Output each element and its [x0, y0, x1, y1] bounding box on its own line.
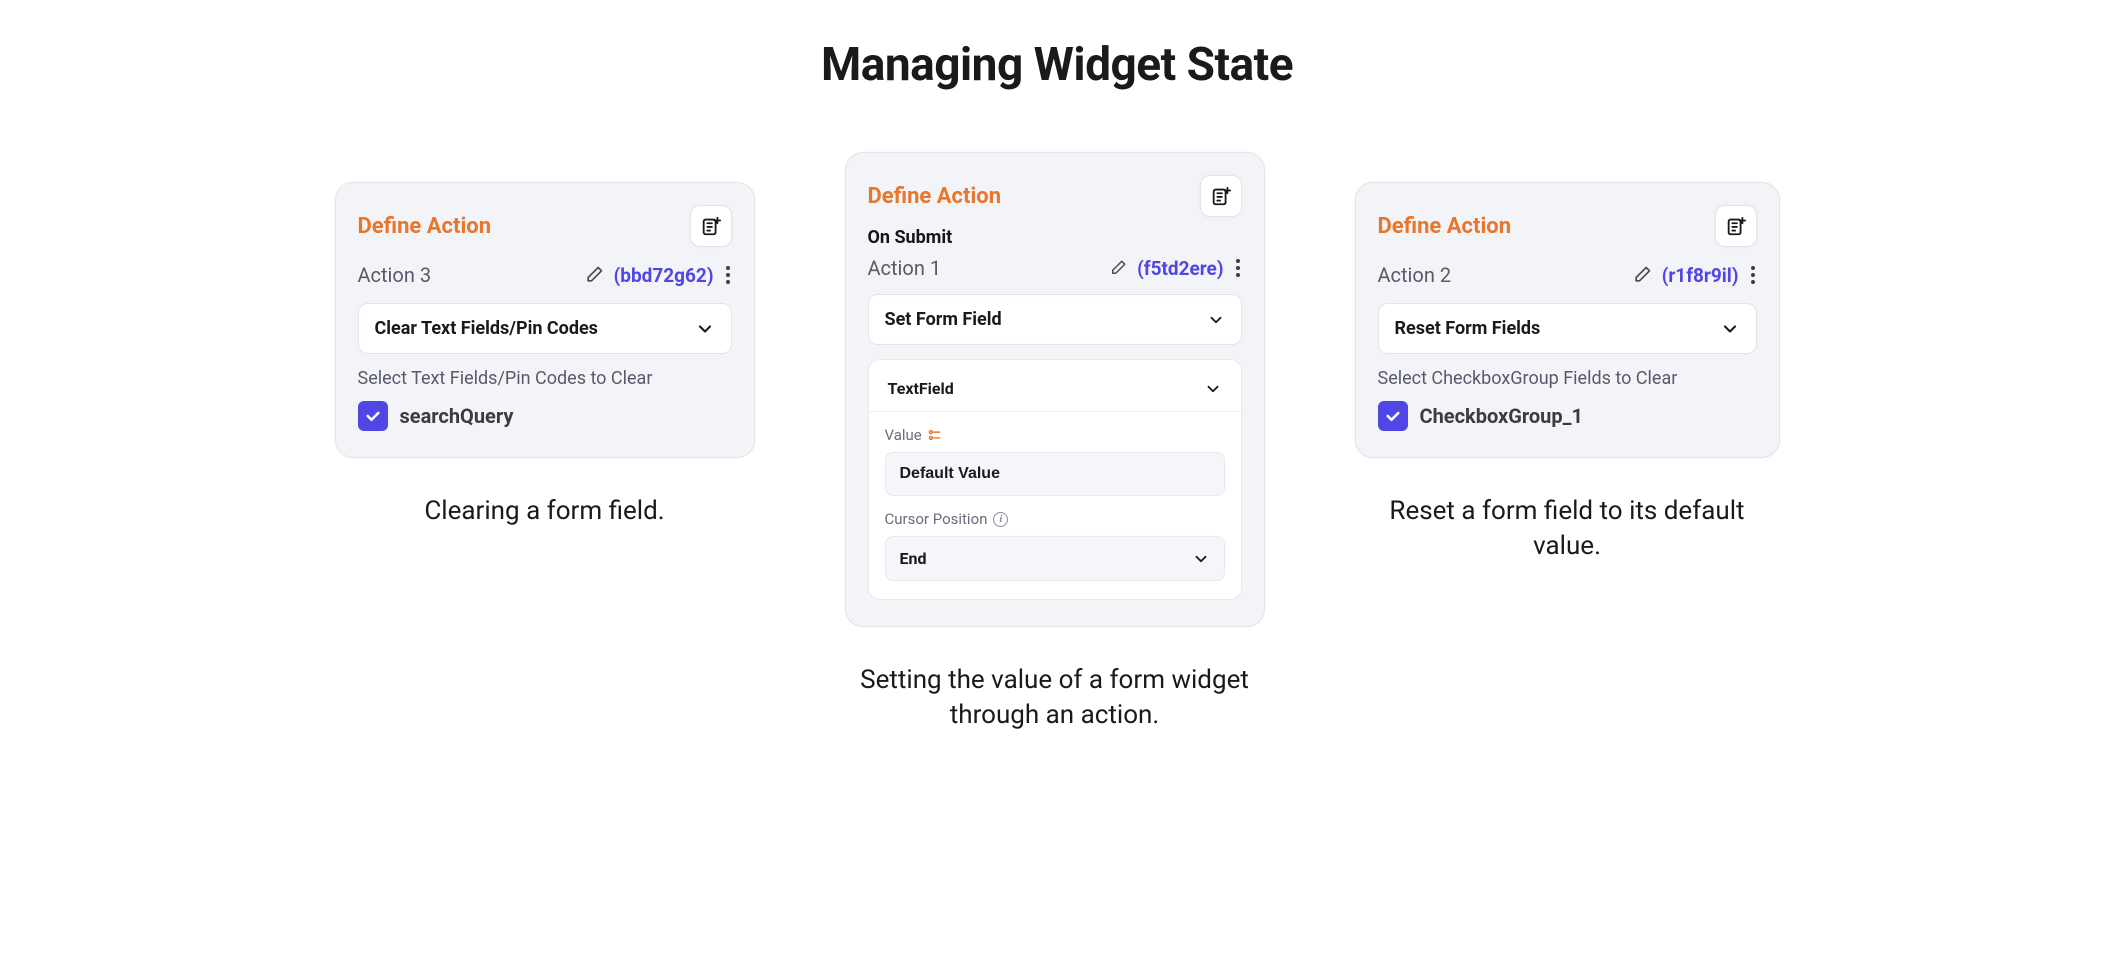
action-right: (bbd72g62) — [584, 264, 732, 287]
value-input[interactable] — [885, 452, 1225, 496]
action-label: Action 2 — [1378, 263, 1452, 287]
action-id[interactable]: (f5td2ere) — [1137, 257, 1223, 280]
panel-set-field: Define Action On Submit Action 1 — [845, 152, 1265, 627]
add-action-button[interactable] — [690, 205, 732, 247]
action-right: (r1f8r9il) — [1632, 264, 1757, 287]
checkbox-label: searchQuery — [400, 404, 514, 428]
kebab-icon[interactable] — [1234, 257, 1242, 279]
panel-clear-fields: Define Action Action 3 — [335, 182, 755, 458]
cards-row: Define Action Action 3 — [0, 182, 2114, 733]
add-action-icon — [700, 215, 722, 237]
caption-left: Clearing a form field. — [424, 494, 664, 529]
edit-icon[interactable] — [1632, 265, 1652, 285]
page-title: Managing Widget State — [0, 0, 2114, 92]
card-middle: Define Action On Submit Action 1 — [845, 152, 1265, 733]
select-value: Reset Form Fields — [1395, 318, 1541, 339]
cursor-label: Cursor Position i — [885, 510, 1225, 528]
action-type-select[interactable]: Reset Form Fields — [1378, 303, 1757, 354]
select-value: TextField — [888, 379, 954, 398]
panel-header: Define Action — [358, 205, 732, 247]
check-icon — [364, 407, 382, 425]
panel-reset-fields: Define Action Action 2 — [1355, 182, 1780, 458]
variable-icon[interactable] — [928, 429, 942, 441]
chevron-down-icon — [1207, 311, 1225, 329]
helper-text: Select CheckboxGroup Fields to Clear — [1378, 368, 1757, 389]
action-label: Action 3 — [358, 263, 432, 287]
add-action-button[interactable] — [1715, 205, 1757, 247]
action-row: Action 3 (bbd72g62) — [358, 263, 732, 287]
add-action-icon — [1725, 215, 1747, 237]
edit-icon[interactable] — [584, 265, 604, 285]
edit-icon[interactable] — [1109, 259, 1127, 277]
select-value: Set Form Field — [885, 309, 1002, 330]
set-field-subpanel: TextField Value Cursor Position i — [868, 359, 1242, 600]
helper-text: Select Text Fields/Pin Codes to Clear — [358, 368, 732, 389]
info-icon[interactable]: i — [993, 512, 1008, 527]
panel-header: Define Action — [1378, 205, 1757, 247]
chevron-down-icon — [695, 319, 715, 339]
checkbox-checkboxgroup1[interactable] — [1378, 401, 1408, 431]
checkbox-label: CheckboxGroup_1 — [1420, 404, 1583, 428]
checkbox-row: searchQuery — [358, 401, 732, 431]
chevron-down-icon — [1192, 550, 1210, 568]
action-row: Action 2 (r1f8r9il) — [1378, 263, 1757, 287]
kebab-icon[interactable] — [724, 264, 732, 286]
kebab-icon[interactable] — [1749, 264, 1757, 286]
panel-header: Define Action — [868, 175, 1242, 217]
value-label-text: Value — [885, 426, 922, 444]
check-icon — [1384, 407, 1402, 425]
define-action-heading: Define Action — [868, 184, 1002, 209]
card-right: Define Action Action 2 — [1355, 182, 1780, 564]
define-action-heading: Define Action — [1378, 214, 1512, 239]
action-type-select[interactable]: Clear Text Fields/Pin Codes — [358, 303, 732, 354]
trigger-label: On Submit — [868, 227, 1242, 248]
action-type-select[interactable]: Set Form Field — [868, 294, 1242, 345]
cursor-label-text: Cursor Position — [885, 510, 988, 528]
action-id[interactable]: (r1f8r9il) — [1662, 264, 1739, 287]
cursor-position-select[interactable]: End — [885, 536, 1225, 581]
action-id[interactable]: (bbd72g62) — [614, 264, 714, 287]
checkbox-row: CheckboxGroup_1 — [1378, 401, 1757, 431]
checkbox-searchquery[interactable] — [358, 401, 388, 431]
target-field-select[interactable]: TextField — [885, 374, 1225, 411]
chevron-down-icon — [1720, 319, 1740, 339]
caption-middle: Setting the value of a form widget throu… — [845, 663, 1265, 733]
caption-right: Reset a form field to its default value. — [1357, 494, 1777, 564]
action-right: (f5td2ere) — [1109, 257, 1241, 280]
add-action-button[interactable] — [1200, 175, 1242, 217]
action-label: Action 1 — [868, 256, 942, 280]
define-action-heading: Define Action — [358, 214, 492, 239]
action-row: Action 1 (f5td2ere) — [868, 256, 1242, 280]
chevron-down-icon — [1204, 380, 1222, 398]
card-left: Define Action Action 3 — [335, 182, 755, 529]
value-label: Value — [885, 426, 1225, 444]
add-action-icon — [1210, 185, 1232, 207]
select-value: Clear Text Fields/Pin Codes — [375, 318, 598, 339]
select-value: End — [900, 549, 927, 568]
